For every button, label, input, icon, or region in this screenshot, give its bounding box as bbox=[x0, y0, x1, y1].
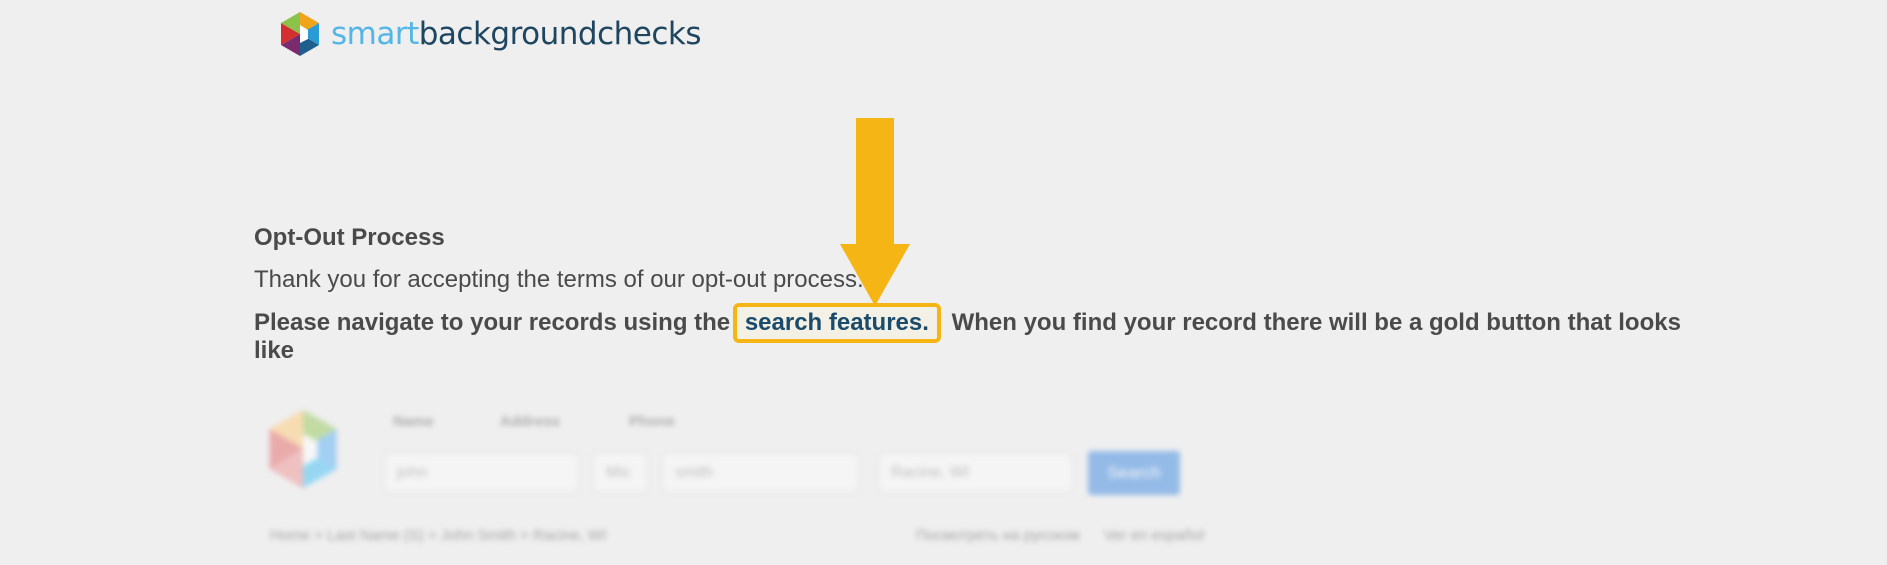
site-logo[interactable]: smartbackgroundchecks bbox=[275, 8, 702, 60]
lang-spanish-link[interactable]: Ver en español bbox=[1104, 527, 1204, 544]
logo-text-smart: smart bbox=[331, 15, 419, 52]
thanks-text: Thank you for accepting the terms of our… bbox=[254, 266, 864, 293]
hexagon-cube-logo-icon bbox=[269, 409, 337, 489]
logo-wordmark: smartbackgroundchecks bbox=[331, 15, 702, 52]
hexagon-cube-logo-icon bbox=[281, 12, 319, 56]
address-label: Address bbox=[500, 413, 561, 430]
instructions-text: Please navigate to your records using th… bbox=[254, 303, 1694, 365]
example-search-form: Name Address Phone john Mic smith Racine… bbox=[258, 405, 1258, 565]
lang-russian-link[interactable]: Посмотреть на русском bbox=[916, 527, 1080, 544]
page-title: Opt-Out Process bbox=[254, 224, 445, 251]
search-features-link[interactable]: search features. bbox=[732, 303, 941, 343]
name-label: Name bbox=[393, 413, 434, 430]
search-button[interactable]: Search bbox=[1088, 451, 1180, 495]
phone-label: Phone bbox=[629, 413, 675, 430]
location-input[interactable]: Racine, WI bbox=[878, 453, 1073, 493]
opt-out-section: Opt-Out Process Thank you for accepting … bbox=[254, 223, 1694, 365]
middle-name-input[interactable]: Mic bbox=[593, 453, 648, 493]
instructions-before-link: Please navigate to your records using th… bbox=[254, 309, 737, 336]
logo-text-rest: backgroundchecks bbox=[418, 15, 702, 52]
breadcrumb: Home > Last Name (S) > John Smith > Raci… bbox=[270, 527, 607, 544]
first-name-input[interactable]: john bbox=[384, 453, 579, 493]
last-name-input[interactable]: smith bbox=[662, 453, 859, 493]
